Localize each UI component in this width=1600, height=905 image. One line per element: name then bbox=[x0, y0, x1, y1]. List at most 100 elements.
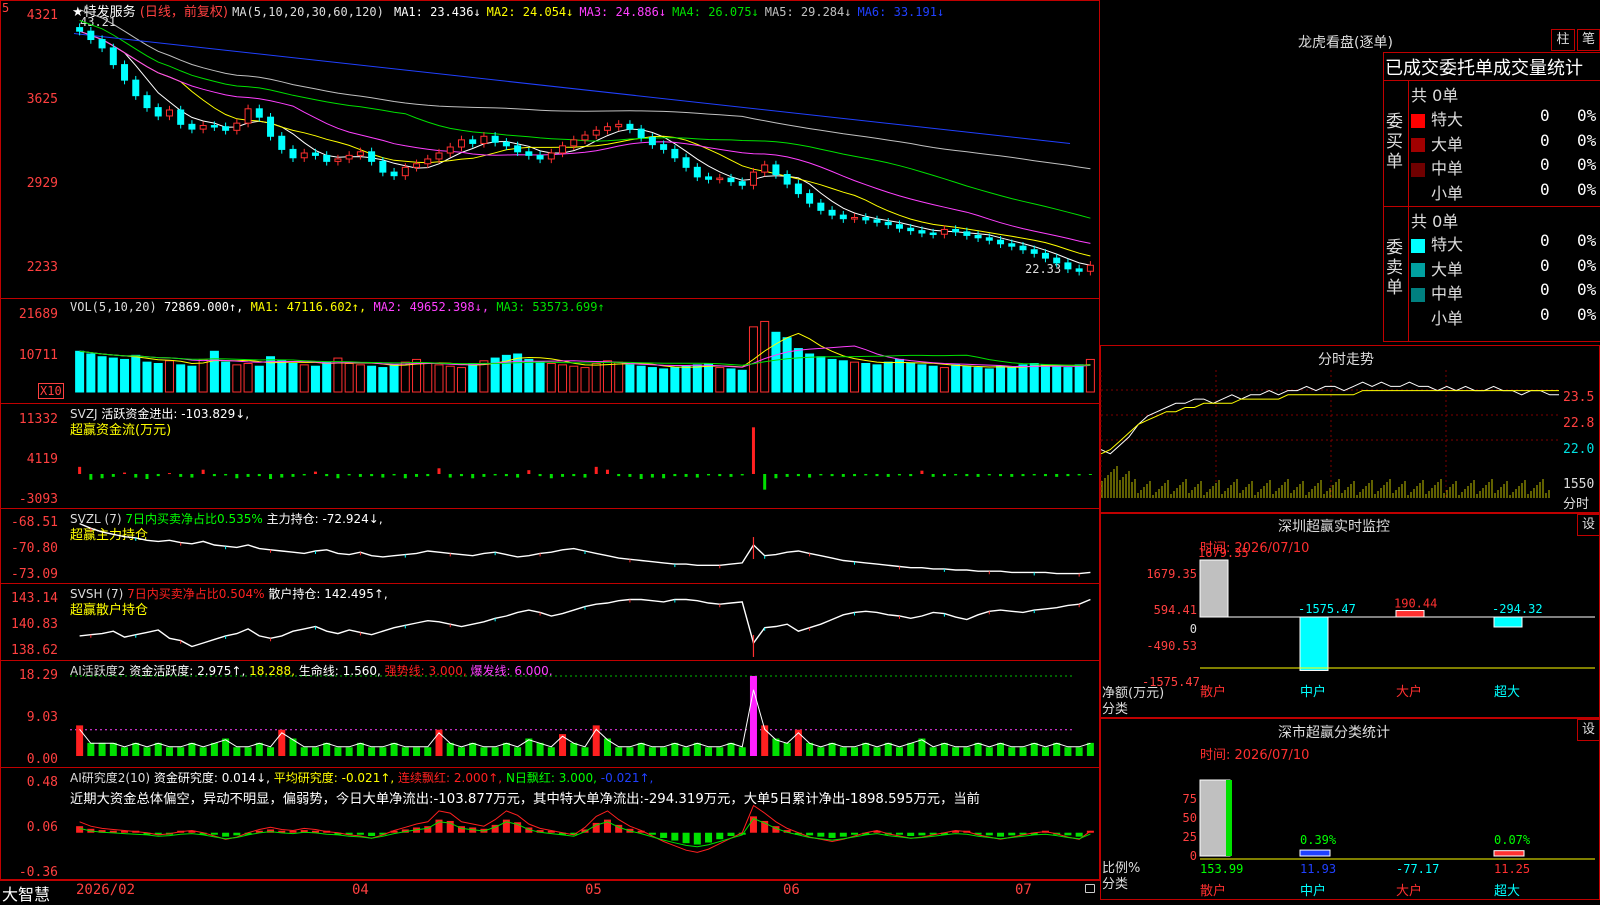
net-amount-chart[interactable]: 1679.35 -1575.47 190.44 -294.32 散户 中户 大户 超大 bbox=[1198, 546, 1600, 710]
fund-flow-bar bbox=[954, 474, 958, 476]
retail-position-chart[interactable] bbox=[70, 596, 1100, 657]
research-bar bbox=[997, 832, 1005, 837]
fund-flow-bar bbox=[426, 474, 430, 477]
candle-body bbox=[862, 217, 870, 221]
candle-body bbox=[570, 139, 578, 147]
row-name: 小单 bbox=[1431, 308, 1464, 328]
date-axis-1: 2026/02 bbox=[76, 882, 136, 898]
candle-body bbox=[592, 129, 600, 136]
candle-body bbox=[907, 227, 915, 232]
fund-flow-bar bbox=[875, 474, 879, 477]
fund-flow-bar bbox=[381, 474, 385, 478]
sell-count-2: 0 bbox=[1540, 255, 1550, 275]
ai1-axis-3: 0.00 bbox=[26, 752, 58, 767]
buy-count-1: 0 bbox=[1540, 106, 1550, 125]
fund-flow-bar bbox=[830, 474, 834, 477]
volume-chart[interactable] bbox=[70, 316, 1100, 398]
activity-bar bbox=[255, 742, 263, 756]
volume-bar bbox=[850, 361, 860, 393]
fenshi-axis-1: 23.5 bbox=[1563, 390, 1595, 405]
candle-body bbox=[222, 126, 230, 131]
activity-bar bbox=[210, 742, 218, 756]
legend-swatch bbox=[1411, 263, 1425, 277]
net-bar bbox=[1493, 616, 1523, 628]
fund-flow-bar bbox=[718, 474, 722, 477]
candle-body bbox=[502, 141, 510, 147]
ai2-d: N日飘红: 3.000, bbox=[505, 771, 597, 785]
candle-body bbox=[637, 128, 645, 138]
candle-body bbox=[974, 234, 982, 239]
fund-flow-bar bbox=[662, 474, 666, 479]
volume-bar bbox=[816, 356, 826, 393]
candle-body bbox=[368, 151, 376, 162]
ratio-bar bbox=[1199, 779, 1231, 857]
volume-bar bbox=[1029, 363, 1039, 393]
candle-body bbox=[682, 157, 690, 168]
volume-bar bbox=[737, 369, 747, 393]
activity-bar bbox=[839, 747, 847, 756]
volume-bar bbox=[614, 361, 624, 393]
vol-ma1: MA1: 47116.602↑, bbox=[250, 300, 367, 314]
category-label: 大户 bbox=[1396, 883, 1422, 899]
volume-bar bbox=[367, 365, 377, 393]
activity-bar bbox=[1008, 747, 1016, 756]
intraday-chart[interactable] bbox=[1100, 370, 1561, 510]
fund-flow-bar bbox=[504, 474, 508, 477]
volume-bar bbox=[647, 367, 657, 393]
buy-pct-2: 0% bbox=[1577, 130, 1597, 150]
activity-chart[interactable] bbox=[70, 675, 1100, 760]
buy-row-3: 中单 bbox=[1411, 155, 1463, 179]
volume-bar bbox=[524, 358, 534, 393]
volume-bar bbox=[1007, 367, 1017, 393]
main-position-chart[interactable] bbox=[70, 520, 1100, 580]
fund-flow-bar bbox=[987, 474, 991, 476]
volume-bar bbox=[120, 358, 130, 393]
fund-flow-bar bbox=[751, 427, 755, 474]
activity-bar bbox=[581, 747, 589, 756]
research-bar bbox=[918, 832, 926, 836]
candle-body bbox=[749, 171, 757, 186]
panel-divider-1 bbox=[0, 298, 1100, 299]
candle-body bbox=[76, 27, 84, 32]
volume-bar bbox=[187, 365, 197, 393]
research-chart[interactable] bbox=[70, 800, 1100, 876]
volume-bar bbox=[400, 361, 410, 393]
sz-monitor-settings-button[interactable]: 设 bbox=[1577, 514, 1600, 536]
ma-line-4 bbox=[79, 19, 1091, 219]
candle-body bbox=[547, 152, 555, 160]
fund-flow-bar bbox=[358, 474, 362, 477]
fund-flow-bar bbox=[1077, 474, 1081, 476]
legend-swatch bbox=[1411, 287, 1425, 302]
activity-bar bbox=[997, 742, 1005, 756]
sz-stats-settings-button[interactable]: 设 bbox=[1577, 719, 1600, 741]
lock-icon[interactable] bbox=[1085, 884, 1095, 893]
candle-body bbox=[491, 135, 499, 143]
research-bar bbox=[671, 832, 679, 841]
activity-bar bbox=[244, 747, 252, 756]
candle-body bbox=[839, 214, 847, 220]
volume-bar bbox=[344, 363, 354, 393]
fund-flow-bar bbox=[942, 474, 946, 477]
candlestick-chart[interactable] bbox=[70, 9, 1100, 298]
row-name: 特大 bbox=[1431, 110, 1464, 129]
volume-bar bbox=[838, 360, 848, 393]
ratio-chart[interactable]: 0.39% 0.07% 153.99 11.93 -77.17 11.25 散户 中户 大户 超大 bbox=[1199, 770, 1600, 900]
activity-bar bbox=[267, 747, 275, 756]
candle-body bbox=[401, 166, 409, 177]
adjust-mode[interactable]: (日线，前复权) bbox=[140, 5, 228, 20]
candle-body bbox=[985, 237, 993, 241]
candle-body bbox=[345, 154, 353, 160]
fund-flow-bar bbox=[639, 474, 643, 479]
volume-bar bbox=[771, 331, 781, 393]
ai1-axis-1: 18.29 bbox=[18, 668, 58, 683]
volume-bar bbox=[782, 337, 792, 393]
activity-bar bbox=[87, 742, 95, 756]
tick-view-button[interactable]: 笔 bbox=[1577, 29, 1600, 51]
legend-swatch bbox=[1411, 238, 1425, 253]
activity-bar bbox=[895, 747, 903, 756]
ratio-label: 0.07% bbox=[1494, 833, 1531, 847]
activity-bar bbox=[413, 747, 421, 756]
column-view-button[interactable]: 柱 bbox=[1551, 29, 1575, 51]
activity-bar bbox=[1030, 742, 1038, 756]
fund-flow-chart[interactable] bbox=[70, 420, 1100, 502]
